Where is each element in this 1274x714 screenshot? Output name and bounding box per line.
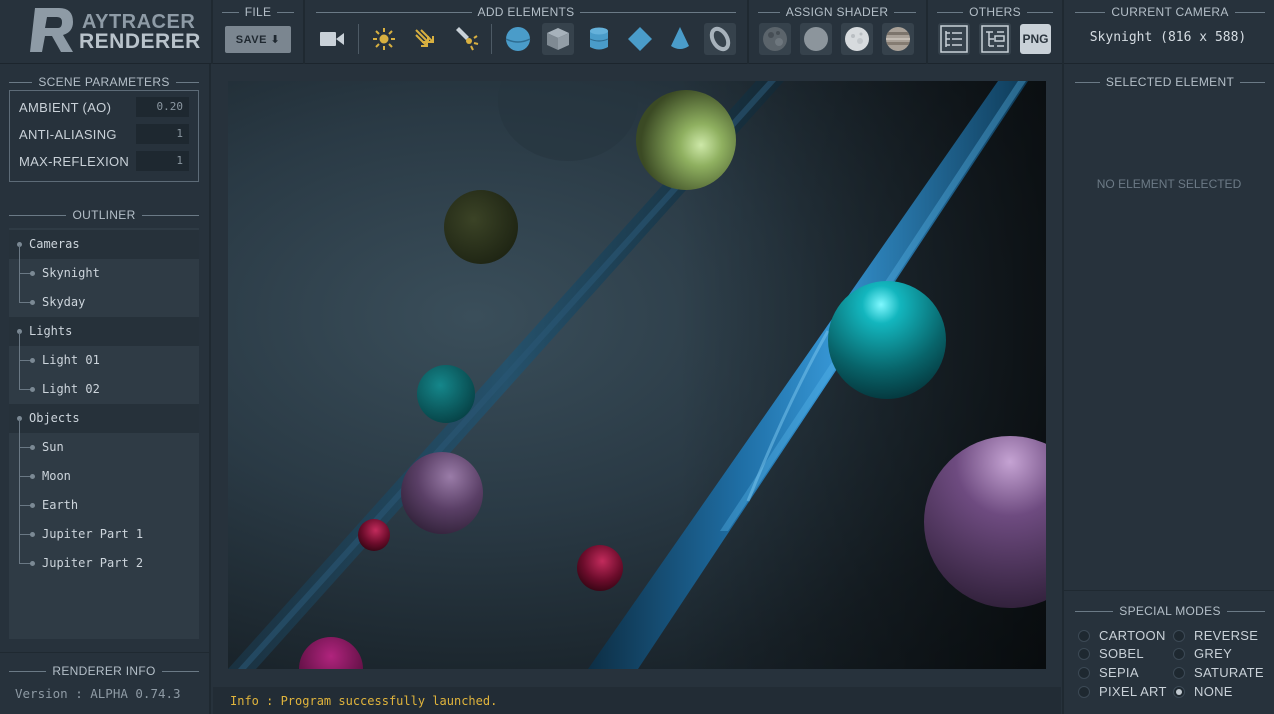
divider bbox=[747, 0, 749, 64]
logo-icon bbox=[30, 8, 73, 52]
file-section-title: FILE bbox=[222, 5, 295, 19]
mode-pixel-art[interactable]: PIXEL ART bbox=[1078, 684, 1167, 699]
mode-reverse[interactable]: REVERSE bbox=[1173, 628, 1258, 643]
renderer-info-title: RENDERER INFO bbox=[9, 664, 199, 678]
radio-icon[interactable] bbox=[1173, 647, 1185, 660]
status-message: Info : Program successfully launched. bbox=[230, 694, 498, 708]
assign-shader-title: ASSIGN SHADER bbox=[758, 5, 916, 19]
outliner-item-light-01[interactable]: Light 01 bbox=[9, 346, 199, 375]
tree-view-icon[interactable] bbox=[979, 23, 1011, 55]
save-button[interactable]: SAVE ⬇ bbox=[225, 26, 291, 53]
outliner-item-sun[interactable]: Sun bbox=[9, 433, 199, 462]
divider bbox=[0, 652, 211, 653]
radio-icon[interactable] bbox=[1173, 666, 1185, 679]
mode-saturate[interactable]: SATURATE bbox=[1173, 665, 1264, 680]
outliner-item-light-02[interactable]: Light 02 bbox=[9, 375, 199, 404]
outliner-item-label: Skyday bbox=[42, 295, 86, 309]
radio-icon[interactable] bbox=[1078, 629, 1090, 642]
jupiter-shader-icon[interactable] bbox=[882, 23, 914, 55]
divider bbox=[1062, 590, 1274, 591]
outliner-item-label: Sun bbox=[42, 440, 64, 454]
outliner-group-objects[interactable]: Objects bbox=[9, 404, 199, 433]
selected-element-title: SELECTED ELEMENT bbox=[1075, 75, 1266, 89]
divider bbox=[303, 0, 305, 64]
list-view-icon[interactable] bbox=[938, 23, 970, 55]
camera-icon[interactable] bbox=[316, 23, 348, 55]
param-input-maxreflexion[interactable]: 1 bbox=[136, 151, 189, 171]
divider bbox=[211, 0, 213, 64]
outliner-item-label: Light 01 bbox=[42, 353, 100, 367]
torus-icon[interactable] bbox=[704, 23, 736, 55]
radio-icon[interactable] bbox=[1078, 666, 1090, 679]
spot-light-icon[interactable] bbox=[450, 23, 482, 55]
version-text: Version : ALPHA 0.74.3 bbox=[15, 686, 181, 701]
mode-sepia[interactable]: SEPIA bbox=[1078, 665, 1139, 680]
outliner-item-label: Jupiter Part 1 bbox=[42, 527, 144, 541]
cone-icon[interactable] bbox=[664, 23, 696, 55]
outliner-item-label: Earth bbox=[42, 498, 79, 512]
marble-shader-icon[interactable] bbox=[841, 23, 873, 55]
param-input-antialiasing[interactable]: 1 bbox=[136, 124, 189, 144]
mode-none[interactable]: NONE bbox=[1173, 684, 1233, 699]
divider bbox=[926, 0, 928, 64]
add-elements-title: ADD ELEMENTS bbox=[316, 5, 737, 19]
current-camera-value[interactable]: Skynight (816 x 588) bbox=[1062, 30, 1274, 45]
outliner-item-label: Light 02 bbox=[42, 382, 100, 396]
radio-icon[interactable] bbox=[1078, 685, 1090, 698]
param-label-maxreflexion: MAX-REFLEXION bbox=[19, 154, 130, 169]
outliner-item-earth[interactable]: Earth bbox=[9, 491, 199, 520]
radio-icon[interactable] bbox=[1173, 629, 1185, 642]
point-light-icon[interactable] bbox=[368, 23, 400, 55]
toolbar: AYTRACER RENDERER FILE SAVE ⬇ ADD ELEMEN… bbox=[0, 0, 1274, 64]
directional-light-icon[interactable] bbox=[409, 23, 441, 55]
outliner-title: OUTLINER bbox=[9, 208, 200, 222]
outliner-item-label: Moon bbox=[42, 469, 71, 483]
logo-title-line2: RENDERER bbox=[79, 30, 201, 53]
plane-icon[interactable] bbox=[624, 23, 656, 55]
outliner-item-moon[interactable]: Moon bbox=[9, 462, 199, 491]
outliner-group-label: Objects bbox=[29, 411, 80, 425]
outliner-tree: Cameras Skynight Skyday Lights Light 01 … bbox=[9, 228, 199, 639]
sphere-icon[interactable] bbox=[502, 23, 534, 55]
scene-parameters-title: SCENE PARAMETERS bbox=[9, 75, 199, 89]
grey-shader-icon[interactable] bbox=[800, 23, 832, 55]
others-title: OTHERS bbox=[937, 5, 1053, 19]
cube-icon[interactable] bbox=[542, 23, 574, 55]
outliner-group-label: Cameras bbox=[29, 237, 80, 251]
special-modes-title: SPECIAL MODES bbox=[1075, 604, 1266, 618]
radio-icon[interactable] bbox=[1173, 685, 1185, 698]
outliner-group-lights[interactable]: Lights bbox=[9, 317, 199, 346]
radio-icon[interactable] bbox=[1078, 647, 1090, 660]
png-export-icon[interactable]: PNG bbox=[1020, 24, 1051, 54]
divider bbox=[491, 24, 492, 54]
mode-cartoon[interactable]: CARTOON bbox=[1078, 628, 1166, 643]
param-input-ambient[interactable]: 0.20 bbox=[136, 97, 189, 117]
param-label-antialiasing: ANTI-ALIASING bbox=[19, 127, 117, 142]
render-view[interactable] bbox=[228, 81, 1046, 669]
outliner-group-cameras[interactable]: Cameras bbox=[9, 230, 199, 259]
current-camera-title: CURRENT CAMERA bbox=[1075, 5, 1266, 19]
outliner-item-skynight[interactable]: Skynight bbox=[9, 259, 199, 288]
selected-element-empty: NO ELEMENT SELECTED bbox=[1096, 177, 1242, 191]
outliner-group-label: Lights bbox=[29, 324, 73, 338]
cylinder-icon[interactable] bbox=[583, 23, 615, 55]
moon-shader-icon[interactable] bbox=[759, 23, 791, 55]
divider bbox=[358, 24, 359, 54]
param-label-ambient: AMBIENT (AO) bbox=[19, 100, 112, 115]
outliner-item-jupiter-part-1[interactable]: Jupiter Part 1 bbox=[9, 520, 199, 549]
mode-grey[interactable]: GREY bbox=[1173, 646, 1232, 661]
outliner-item-jupiter-part-2[interactable]: Jupiter Part 2 bbox=[9, 549, 199, 578]
outliner-item-label: Skynight bbox=[42, 266, 100, 280]
outliner-item-skyday[interactable]: Skyday bbox=[9, 288, 199, 317]
outliner-item-label: Jupiter Part 2 bbox=[42, 556, 144, 570]
mode-sobel[interactable]: SOBEL bbox=[1078, 646, 1144, 661]
rendered-scene bbox=[228, 81, 1046, 669]
